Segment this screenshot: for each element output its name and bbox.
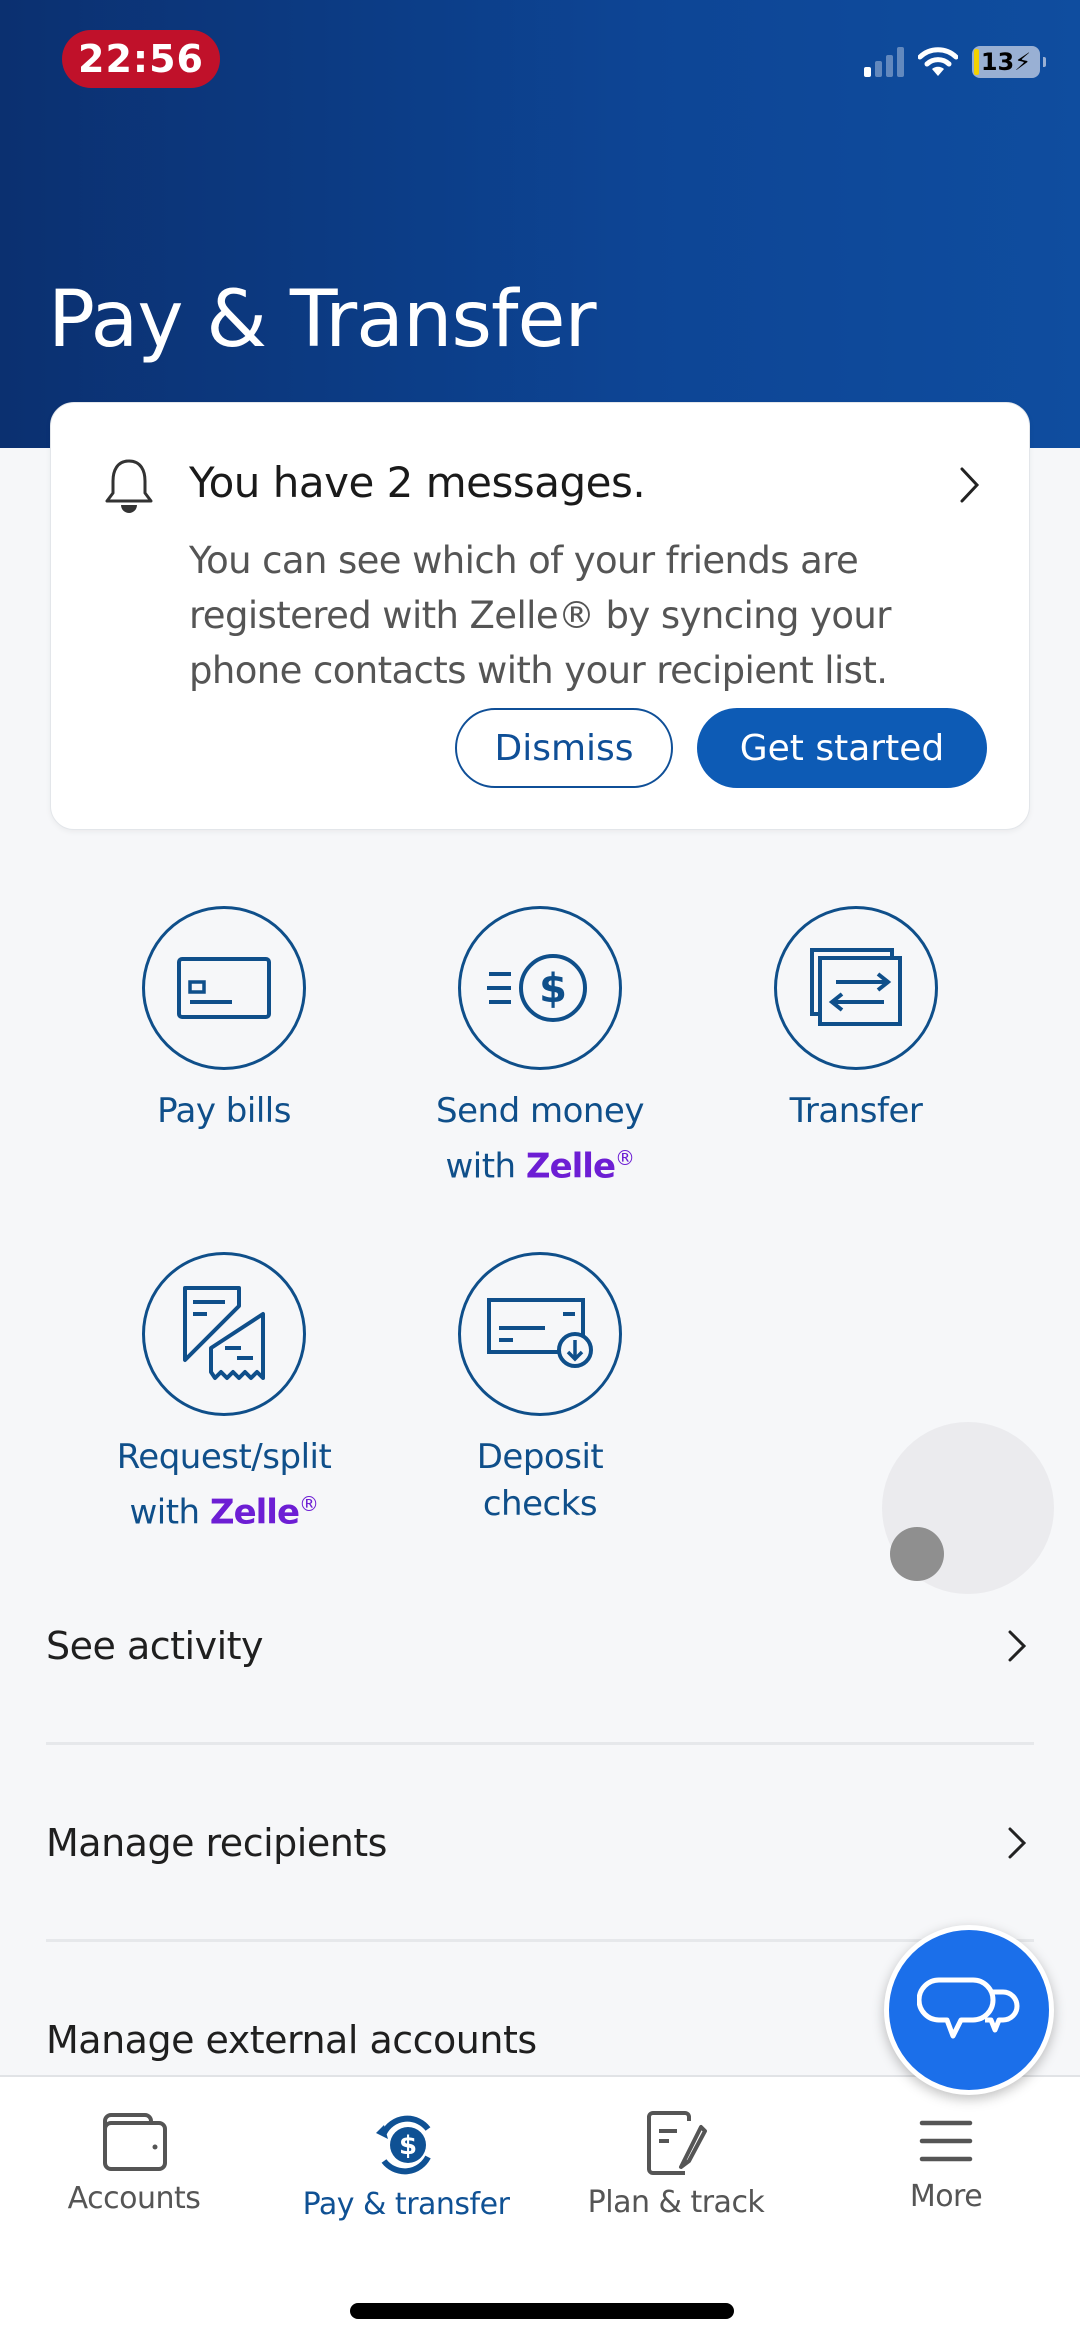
messages-body: You can see which of your friends are re…: [189, 539, 891, 692]
get-started-button[interactable]: Get started: [697, 708, 987, 788]
nav-label: More: [909, 2179, 983, 2214]
chevron-right-icon[interactable]: [957, 465, 983, 505]
list-item-label: Manage external accounts: [46, 2018, 537, 2062]
pay-transfer-icon: $: [376, 2115, 431, 2175]
pay-bills-label: Pay bills: [157, 1091, 291, 1131]
chevron-right-icon: [1008, 1630, 1027, 1662]
wifi-icon: [918, 47, 958, 76]
svg-text:$: $: [399, 2131, 417, 2161]
bell-icon: [105, 459, 153, 513]
nav-accounts[interactable]: Accounts: [14, 2111, 254, 2216]
deposit-checks-circle[interactable]: [458, 1252, 622, 1416]
hamburger-menu-icon: [919, 2120, 973, 2162]
action-request-split-zelle[interactable]: Request/split with Zelle®: [74, 1252, 374, 1536]
zelle-logo: Zelle: [525, 1146, 616, 1187]
nav-label: Plan & track: [587, 2185, 765, 2220]
nav-more[interactable]: More: [826, 2111, 1066, 2214]
zelle-logo: Zelle: [209, 1492, 300, 1533]
home-indicator: [350, 2303, 734, 2319]
nav-plan-track[interactable]: Plan & track: [556, 2111, 796, 2220]
send-money-label: Send money with Zelle®: [436, 1091, 644, 1187]
status-time: 22:56: [62, 30, 220, 88]
messages-title: You have 2 messages.: [189, 458, 646, 507]
transfer-arrows-icon: [810, 948, 902, 1026]
list-item-label: Manage recipients: [46, 1821, 387, 1865]
svg-text:$: $: [539, 966, 567, 1012]
action-send-money-zelle[interactable]: $ Send money with Zelle®: [390, 906, 690, 1190]
bottom-nav: Accounts $ Pay & transfer Plan & track M…: [0, 2075, 1080, 2340]
status-icons: 13 ⚡: [864, 46, 1046, 78]
request-split-circle[interactable]: [142, 1252, 306, 1416]
deposit-checks-label: Deposit checks: [476, 1437, 604, 1524]
nav-label: Pay & transfer: [302, 2187, 510, 2222]
deposit-check-icon: [487, 1298, 593, 1368]
chat-button[interactable]: [884, 1925, 1054, 2095]
split-receipt-icon: [183, 1286, 265, 1380]
pay-bills-circle[interactable]: [142, 906, 306, 1070]
transfer-label: Transfer: [789, 1091, 923, 1131]
action-pay-bills[interactable]: Pay bills: [74, 906, 374, 1135]
send-dollar-icon: $: [487, 954, 587, 1022]
chevron-right-icon: [1008, 1827, 1027, 1859]
nav-pay-transfer[interactable]: $ Pay & transfer: [286, 2111, 526, 2222]
battery-icon: 13 ⚡: [972, 46, 1046, 78]
messages-card[interactable]: You have 2 messages. You can see which o…: [50, 402, 1030, 830]
cellular-signal-icon: [864, 47, 904, 77]
bill-card-icon: [177, 957, 271, 1019]
action-deposit-checks[interactable]: Deposit checks: [390, 1252, 690, 1528]
list-item-see-activity[interactable]: See activity: [46, 1548, 1034, 1744]
dismiss-button[interactable]: Dismiss: [455, 708, 673, 788]
list-item-label: See activity: [46, 1624, 264, 1668]
action-transfer[interactable]: Transfer: [706, 906, 1006, 1135]
send-money-circle[interactable]: $: [458, 906, 622, 1070]
list-item-manage-recipients[interactable]: Manage recipients: [46, 1745, 1034, 1941]
page-title: Pay & Transfer: [48, 275, 597, 365]
chat-bubbles-icon: [917, 1977, 1020, 2039]
nav-label: Accounts: [67, 2181, 201, 2216]
battery-level: 13: [980, 48, 1015, 76]
wallet-icon: [103, 2113, 167, 2171]
request-split-label: Request/split with Zelle®: [116, 1437, 332, 1533]
transfer-circle[interactable]: [774, 906, 938, 1070]
plan-notepad-icon: [647, 2111, 707, 2175]
